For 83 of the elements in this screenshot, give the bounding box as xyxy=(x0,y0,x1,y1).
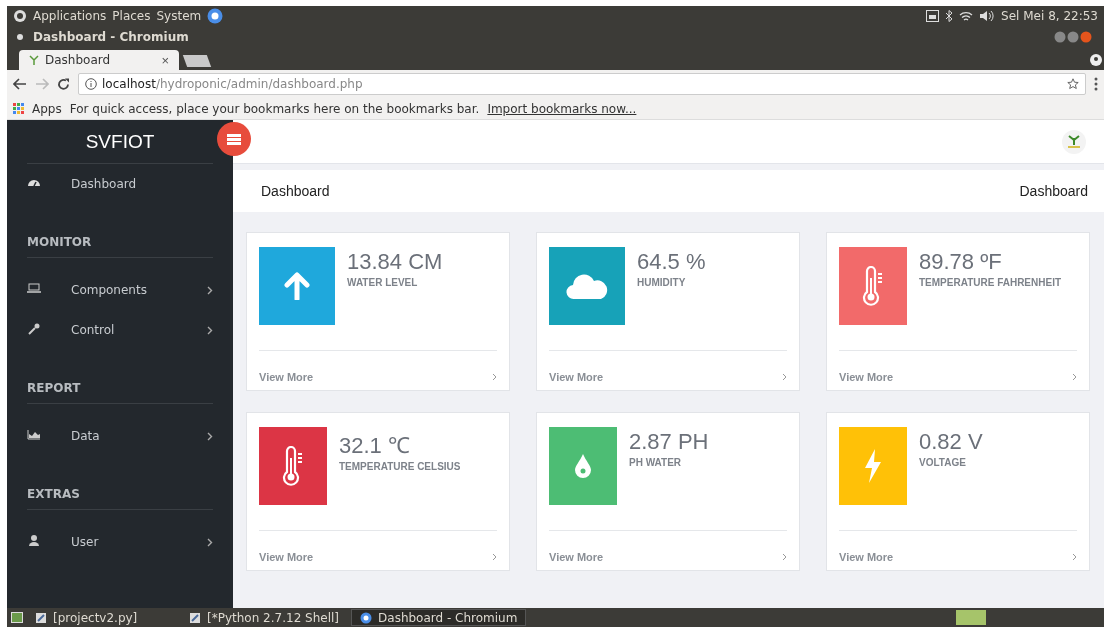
thermometer-icon xyxy=(282,446,304,486)
chevron-right-icon xyxy=(207,537,213,547)
section-heading: EXTRAS xyxy=(27,456,213,510)
volume-icon[interactable] xyxy=(979,10,996,22)
apps-shortcut[interactable]: Apps xyxy=(32,101,62,116)
laptop-icon xyxy=(27,282,41,295)
reading-value: 0.82 V xyxy=(919,429,983,455)
section-heading: REPORT xyxy=(27,350,213,404)
reading-label: VOLTAGE xyxy=(919,457,967,468)
reading-label: PH WATER xyxy=(629,457,683,468)
reading-value: 64.5 % xyxy=(637,249,706,275)
reading-label: WATER LEVEL xyxy=(347,277,419,288)
menu-item[interactable]: System xyxy=(156,9,202,23)
keyboard-icon[interactable] xyxy=(926,10,940,22)
wrench-icon xyxy=(27,322,41,335)
workspace-switcher[interactable] xyxy=(956,610,986,625)
taskbar-item[interactable]: [projectv2.py] xyxy=(27,609,177,626)
chevron-right-icon xyxy=(207,325,213,335)
chevron-right-icon[interactable] xyxy=(492,372,497,381)
ubuntu-logo-icon[interactable] xyxy=(13,9,27,23)
sidebar-toggle-button[interactable] xyxy=(217,122,251,156)
list-icon xyxy=(227,133,241,145)
user-icon xyxy=(27,534,41,547)
window-title: Dashboard - Chromium xyxy=(33,30,189,44)
back-arrow-icon[interactable] xyxy=(13,78,27,90)
section-heading: MONITOR xyxy=(27,204,213,258)
reading-value: 89.78 ºF xyxy=(919,249,1003,275)
breadcrumb-item[interactable]: Dashboard xyxy=(1019,183,1088,199)
info-icon xyxy=(85,78,97,90)
browser-tab[interactable]: Dashboard × xyxy=(19,50,179,70)
address-field[interactable]: localhost/hydroponic/admin/dashboard.php xyxy=(78,73,1086,95)
document-icon xyxy=(35,611,47,624)
chevron-right-icon[interactable] xyxy=(782,552,787,561)
new-tab-button[interactable] xyxy=(182,55,212,67)
bluetooth-icon[interactable] xyxy=(945,10,954,22)
menu-link[interactable]: Components xyxy=(71,283,147,297)
plant-logo-icon[interactable] xyxy=(1062,129,1086,154)
document-icon xyxy=(189,611,201,624)
wifi-icon[interactable] xyxy=(959,10,974,22)
chevron-right-icon[interactable] xyxy=(492,552,497,561)
apps-grid-icon[interactable] xyxy=(13,103,24,114)
profile-icon[interactable] xyxy=(1090,54,1102,66)
arrow-up-icon xyxy=(284,272,310,300)
menu-item[interactable]: Applications xyxy=(33,9,107,23)
chevron-right-icon[interactable] xyxy=(1072,372,1077,381)
menu-icon[interactable] xyxy=(1094,77,1098,91)
brand-title: SVFIOT xyxy=(27,120,213,164)
menu-link[interactable]: User xyxy=(71,535,99,549)
reading-label: TEMPERATURE CELSIUS xyxy=(339,461,461,472)
menu-link[interactable]: Dashboard xyxy=(71,177,137,191)
menu-item[interactable]: Places xyxy=(112,9,151,23)
reading-value: 32.1 ℃ xyxy=(339,432,411,459)
chevron-right-icon xyxy=(207,431,213,441)
menu-link[interactable]: Control xyxy=(71,323,115,337)
window-controls-icon[interactable] xyxy=(1054,31,1094,43)
star-icon[interactable] xyxy=(1067,78,1079,90)
lightning-bolt-icon xyxy=(864,449,882,483)
reload-icon[interactable] xyxy=(57,77,70,91)
page-title: Dashboard xyxy=(261,183,330,199)
bookmarks-hint: For quick access, place your bookmarks here on the bookmarks bar. xyxy=(69,101,480,116)
browser-icon xyxy=(360,611,373,624)
reading-value: 13.84 CM xyxy=(347,249,443,275)
chevron-right-icon[interactable] xyxy=(1072,552,1077,561)
chevron-right-icon xyxy=(207,285,213,295)
plant-icon xyxy=(29,55,39,65)
import-bookmarks-link[interactable]: Import bookmarks now... xyxy=(487,101,637,116)
area-chart-icon xyxy=(27,428,41,441)
clock[interactable]: Sel Mei 8, 22:53 xyxy=(1001,9,1098,23)
taskbar-item[interactable]: Dashboard - Chromium xyxy=(351,609,527,626)
reading-label: HUMIDITY xyxy=(637,277,687,288)
reading-value: 2.87 PH xyxy=(629,429,709,455)
cloud-icon xyxy=(566,272,608,300)
chevron-right-icon[interactable] xyxy=(782,372,787,381)
menu-link[interactable]: Data xyxy=(71,429,100,443)
window-dot-icon xyxy=(17,34,23,40)
url-text: localhost/hydroponic/admin/dashboard.php xyxy=(102,77,363,91)
water-drop-icon xyxy=(574,453,592,479)
taskbar-item[interactable]: [*Python 2.7.12 Shell] xyxy=(181,609,348,626)
tab-title: Dashboard xyxy=(45,53,111,67)
tab-close-button[interactable]: × xyxy=(161,52,169,68)
reading-label: TEMPERATURE FAHRENHEIT xyxy=(919,277,1062,288)
thermometer-icon xyxy=(862,266,884,306)
browser-icon[interactable] xyxy=(207,8,224,24)
